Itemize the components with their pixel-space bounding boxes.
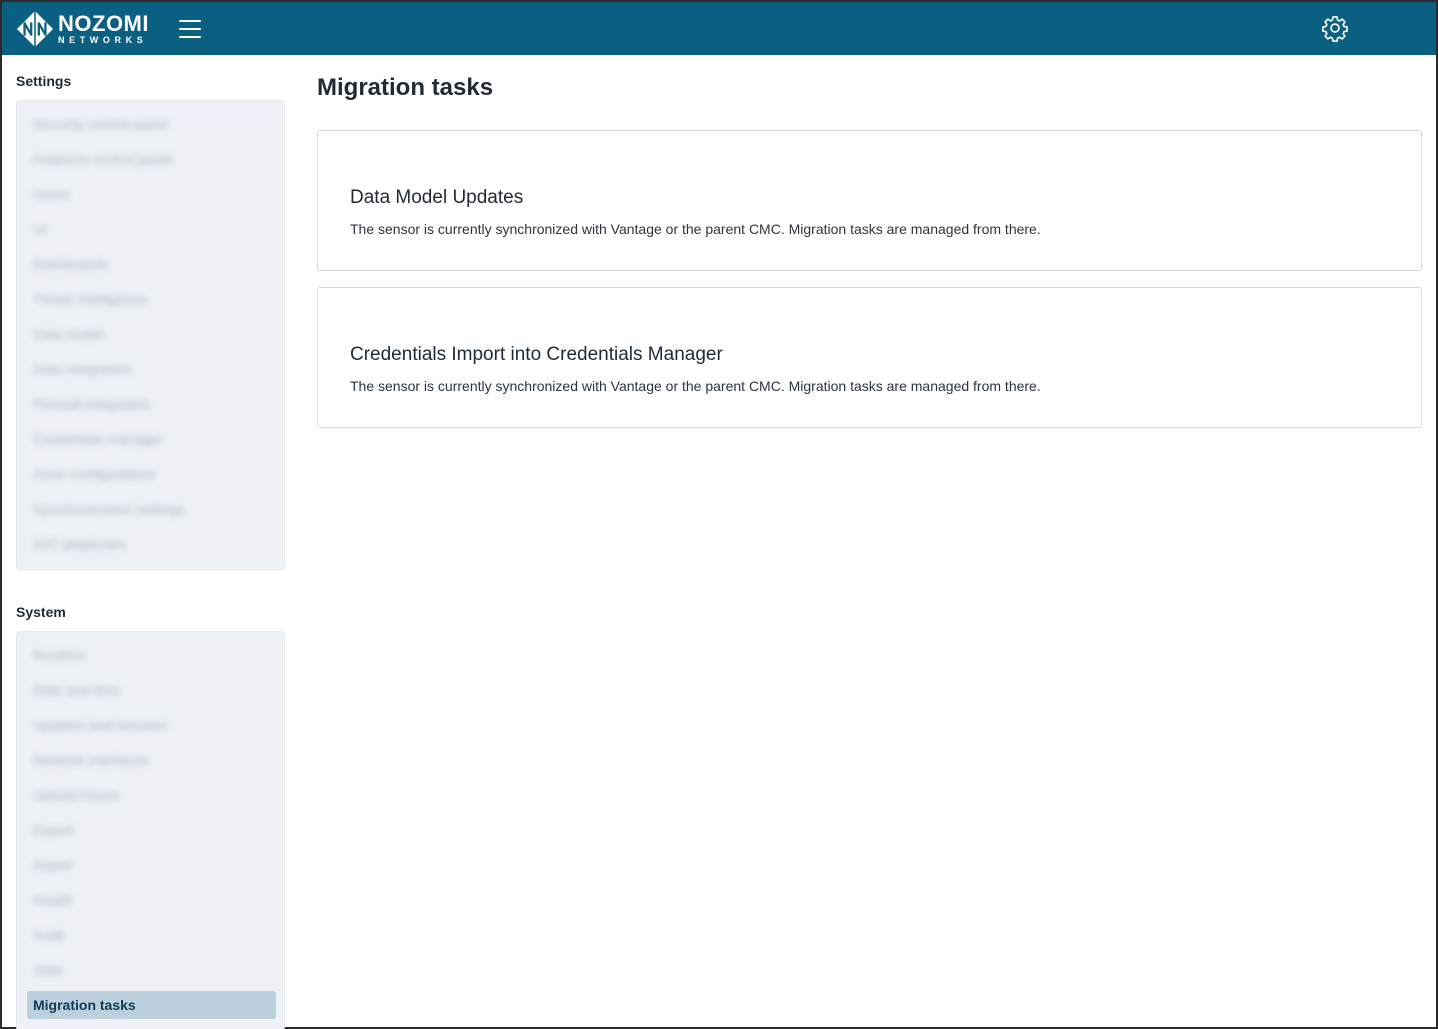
sidebar-item-data-model[interactable]: Data model: [27, 320, 276, 348]
sidebar-item-runtime[interactable]: Runtime: [27, 641, 276, 669]
system-section-title: System: [16, 604, 66, 620]
sidebar-item-threat-intelligence[interactable]: Threat intelligence: [27, 285, 276, 313]
sidebar-item-features-control-panel[interactable]: Features control panel: [27, 145, 276, 173]
settings-section-title: Settings: [16, 73, 72, 89]
data-model-updates-card: Data Model Updates The sensor is current…: [317, 130, 1422, 271]
sidebar-item-import[interactable]: Import: [27, 851, 276, 879]
sidebar-item-jobs[interactable]: Jobs: [27, 956, 276, 984]
sidebar-item-sat-playbooks[interactable]: SAT playbooks: [27, 530, 276, 558]
page-title: Migration tasks: [317, 74, 494, 101]
sidebar-item-data-integration[interactable]: Data integration: [27, 355, 276, 383]
sidebar-item-synchronization-settings[interactable]: Synchronization settings: [27, 495, 276, 523]
card-description: The sensor is currently synchronized wit…: [350, 378, 1041, 394]
logo-wordmark: NOZOMI: [58, 10, 149, 36]
logo-subtitle: NETWORKS: [58, 34, 148, 45]
sidebar-item-dashboards[interactable]: Dashboards: [27, 250, 276, 278]
card-description: The sensor is currently synchronized wit…: [350, 221, 1041, 237]
sidebar-item-export[interactable]: Export: [27, 816, 276, 844]
sidebar-item-migration-tasks[interactable]: Migration tasks: [27, 991, 276, 1019]
sidebar-item-firewall-integration[interactable]: Firewall integration: [27, 390, 276, 418]
nozomi-logo-icon: [16, 10, 54, 47]
hamburger-menu-icon[interactable]: [179, 19, 201, 38]
credentials-import-card: Credentials Import into Credentials Mana…: [317, 287, 1422, 428]
sidebar-item-zone-configurations[interactable]: Zone configurations: [27, 460, 276, 488]
card-title: Credentials Import into Credentials Mana…: [350, 344, 723, 365]
gear-icon[interactable]: [1321, 14, 1349, 42]
sidebar-item-health[interactable]: Health: [27, 886, 276, 914]
sidebar-item-date-and-time[interactable]: Date and time: [27, 676, 276, 704]
sidebar-item-credentials-manager[interactable]: Credentials manager: [27, 425, 276, 453]
logo[interactable]: NOZOMI NETWORKS: [16, 10, 149, 48]
sidebar-item-network-interfaces[interactable]: Network interfaces: [27, 746, 276, 774]
sidebar-item-ui[interactable]: UI: [27, 215, 276, 243]
settings-menu: Security control panel Features control …: [16, 100, 285, 570]
sidebar-item-updates-and-licenses[interactable]: Updates and licenses: [27, 711, 276, 739]
top-bar: NOZOMI NETWORKS: [2, 2, 1436, 55]
system-menu: Runtime Date and time Updates and licens…: [16, 631, 285, 1029]
sidebar-item-security-control-panel[interactable]: Security control panel: [27, 110, 276, 138]
card-title: Data Model Updates: [350, 187, 524, 208]
sidebar-item-audit[interactable]: Audit: [27, 921, 276, 949]
sidebar-item-upload-traces[interactable]: Upload traces: [27, 781, 276, 809]
sidebar: Settings Security control panel Features…: [16, 55, 286, 1029]
sidebar-item-users[interactable]: Users: [27, 180, 276, 208]
